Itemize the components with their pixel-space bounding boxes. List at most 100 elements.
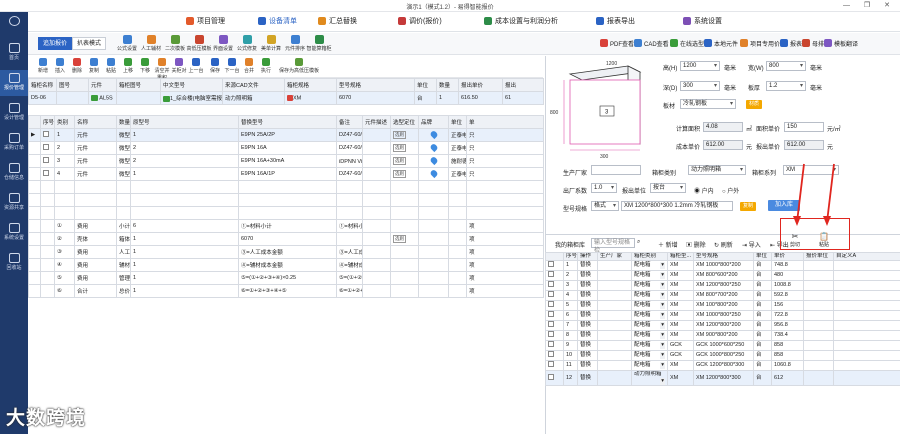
tool-right-button[interactable]: CAD查看 — [634, 37, 669, 49]
library-row[interactable]: 6 替换 配电箱 ▾ XM XM 1000*800*250 台 722.8 — [545, 310, 900, 322]
checkbox[interactable] — [548, 301, 554, 308]
location-pin-icon[interactable] — [428, 142, 439, 152]
tool-right-button[interactable]: 在线选型 — [670, 37, 704, 49]
spec-input[interactable]: XM 1200*800*300 1.2mm 冷轧钢板 — [621, 201, 733, 211]
select-tag-button[interactable]: 选则 — [393, 144, 406, 152]
library-check-cell[interactable] — [545, 270, 564, 282]
tool-button[interactable]: 公式修复 — [234, 35, 260, 52]
dropdown-icon[interactable]: ▾ — [660, 272, 665, 280]
library-row[interactable]: 5 替换 配电箱 ▾ XM XM 100*800*200 台 156 — [545, 300, 900, 312]
library-cell[interactable]: 替换 — [577, 260, 598, 272]
checkbox[interactable] — [548, 341, 554, 348]
edit-tool-button[interactable]: 关柜对 — [170, 58, 188, 74]
nav-item[interactable]: 设计管理 — [0, 100, 28, 126]
library-row[interactable]: 3 替换 配电箱 ▾ XM XM 1200*800*250 台 1008.8 — [545, 280, 900, 292]
library-cell[interactable]: 替换 — [577, 330, 598, 342]
library-check-cell[interactable] — [545, 370, 564, 387]
material-button[interactable]: 材质 — [746, 100, 763, 109]
library-cell[interactable]: 替换 — [577, 360, 598, 372]
box-category-select[interactable]: 动力照明箱 — [688, 165, 746, 175]
factory-coef-select[interactable]: 1.0 — [591, 183, 617, 193]
library-row[interactable]: 10 替换 配电箱 ▾ GCK GCK 1000*800*250 台 858 — [545, 350, 900, 362]
note-cell[interactable] — [362, 154, 391, 168]
checkbox[interactable] — [548, 373, 554, 380]
dropdown-icon[interactable]: ▾ — [660, 282, 665, 290]
tool-right-button[interactable]: 模板翻译 — [824, 37, 858, 49]
location-pin-icon[interactable] — [428, 155, 439, 165]
library-row[interactable]: 9 替换 配电箱 ▾ GCK GCK 1000*600*250 台 858 — [545, 340, 900, 352]
tool-right-button[interactable]: PDF查看 — [600, 37, 634, 49]
library-cell[interactable]: 配电箱 ▾ — [631, 310, 668, 322]
summary-row[interactable]: ② 壳体 箱体 1 6070 选则 项 — [28, 232, 544, 246]
top-menu-item[interactable]: 成本设置与利润分析 — [484, 16, 558, 26]
library-cell[interactable]: 替换 — [577, 350, 598, 362]
edit-tool-button[interactable]: 合并 — [240, 58, 258, 74]
box-table-row[interactable]: D5-06 AL5S 1_综合楼(电脑室需报价)动力照明箱 XM 6070 台 1 616.… — [28, 91, 544, 105]
tool-button[interactable]: 高低压模板 — [186, 35, 212, 52]
library-cell[interactable]: 替换 — [577, 320, 598, 332]
library-check-cell[interactable] — [545, 260, 564, 272]
library-cell[interactable]: 配电箱 ▾ — [631, 350, 668, 362]
note-cell[interactable] — [362, 167, 391, 181]
top-menu-item[interactable]: 项目管理 — [186, 16, 225, 26]
library-row[interactable]: 12 替换 动力照明箱 ▾ XM XM 1200*800*300 台 612 — [545, 370, 900, 387]
dropdown-icon[interactable]: ▾ — [660, 322, 665, 330]
model-icon[interactable] — [163, 95, 170, 102]
material-select[interactable]: 冷轧钢板 — [680, 99, 736, 109]
tool-button[interactable]: 智能算箱柜 — [306, 35, 332, 52]
edit-tool-button[interactable]: 上移 — [119, 58, 137, 74]
width-select[interactable]: 800 — [766, 61, 806, 71]
library-check-cell[interactable] — [545, 360, 564, 372]
summary-row[interactable]: ④ 费用 辅材费1 ④=辅材成本金额 ④=辅材成本金额 项 — [28, 258, 544, 272]
component-row[interactable]: 2元件微型断路器2E9PN 16ADZ47-60/1P C16A选则正泰电器只 — [28, 141, 544, 155]
height-select[interactable]: 1200 — [680, 61, 720, 71]
nav-item[interactable]: 资源共享 — [0, 190, 28, 216]
tool-button[interactable]: 人工辅材 — [138, 35, 164, 52]
nav-item[interactable]: 回收站 — [0, 250, 28, 276]
library-new-button[interactable]: ＋ 新增 — [658, 240, 678, 249]
nav-item[interactable]: 报价管理 — [0, 70, 28, 96]
component-row[interactable]: ▶1元件微型断路器1E9PN 25A/2PDZ47-60/2P C25A选则正泰… — [28, 128, 544, 142]
top-menu-item[interactable]: 设备清单 — [258, 16, 297, 26]
top-menu-item[interactable]: 调价(报价) — [398, 16, 442, 26]
row-checkbox[interactable] — [40, 128, 55, 142]
library-cell[interactable]: 配电箱 ▾ — [631, 280, 668, 292]
checkbox[interactable] — [548, 361, 554, 368]
component-row[interactable]: 3 元件 微型漏电断路器2 E9PN 16A+30mA iDPNN Vigi+ (18m… — [28, 154, 544, 168]
dropdown-icon[interactable]: ▾ — [660, 302, 665, 310]
library-cell[interactable]: 替换 — [577, 300, 598, 312]
library-check-cell[interactable] — [545, 290, 564, 302]
library-delete-button[interactable]: ▣ 删除 — [686, 240, 706, 249]
tool-right-button[interactable]: 项目专用价 — [740, 37, 780, 49]
mode-append-quote-button[interactable]: 追加报价 — [38, 37, 73, 50]
note-cell[interactable] — [362, 141, 391, 155]
checkbox[interactable] — [43, 170, 49, 176]
summary-row[interactable]: ⑤ 费用 管理费1 ⑤=(①+②+③+④)×0.25 ⑤=(①+②+③+④)×0.25 项 — [28, 271, 544, 285]
library-check-cell[interactable] — [545, 320, 564, 332]
library-row[interactable]: 2 替换 配电箱 ▾ XM XM 800*600*200 台 480 — [545, 270, 900, 282]
library-check-cell[interactable] — [545, 330, 564, 342]
tool-button[interactable]: 界面设置 — [210, 35, 236, 52]
edit-tool-button[interactable]: 上一台 — [187, 58, 205, 74]
edit-tool-button[interactable]: 删除 — [68, 58, 86, 74]
edit-tool-button[interactable]: 保存为高低压模板 — [274, 58, 324, 74]
dropdown-icon[interactable]: ▾ — [660, 332, 665, 340]
nav-item[interactable]: 系统设置 — [0, 220, 28, 246]
nav-item[interactable]: 采购订单 — [0, 130, 28, 156]
library-row[interactable]: 8 替换 配电箱 ▾ XM XM 900*800*200 台 738.4 — [545, 330, 900, 342]
tool-right-button[interactable]: 本地元件 — [704, 37, 738, 49]
summary-row[interactable]: ③ 费用 人工费1 ③=人工成本金额 ③=人工成本金额 项 — [28, 245, 544, 259]
edit-tool-button[interactable]: 下一台 — [223, 58, 241, 74]
component-row[interactable]: 4 元件 微型断路器1 E9PN 16A/1P DZ47-60/1P C16A 选则 正泰电… — [28, 167, 544, 181]
nav-item[interactable]: 仓储信息 — [0, 160, 28, 186]
library-cell[interactable]: 配电箱 ▾ — [631, 270, 668, 282]
checkbox[interactable] — [548, 291, 554, 298]
library-cell[interactable]: 动力照明箱 ▾ — [631, 370, 668, 387]
tool-button[interactable]: 公式设置 — [114, 35, 140, 52]
edit-tool-button[interactable]: 保存 — [206, 58, 224, 74]
top-menu-item[interactable]: 报表导出 — [596, 16, 635, 26]
unit-price-input[interactable]: 150 — [784, 122, 824, 132]
tool-button[interactable]: 二次模板 — [162, 35, 188, 52]
library-cell[interactable]: 配电箱 ▾ — [631, 260, 668, 272]
checkbox[interactable] — [548, 351, 554, 358]
